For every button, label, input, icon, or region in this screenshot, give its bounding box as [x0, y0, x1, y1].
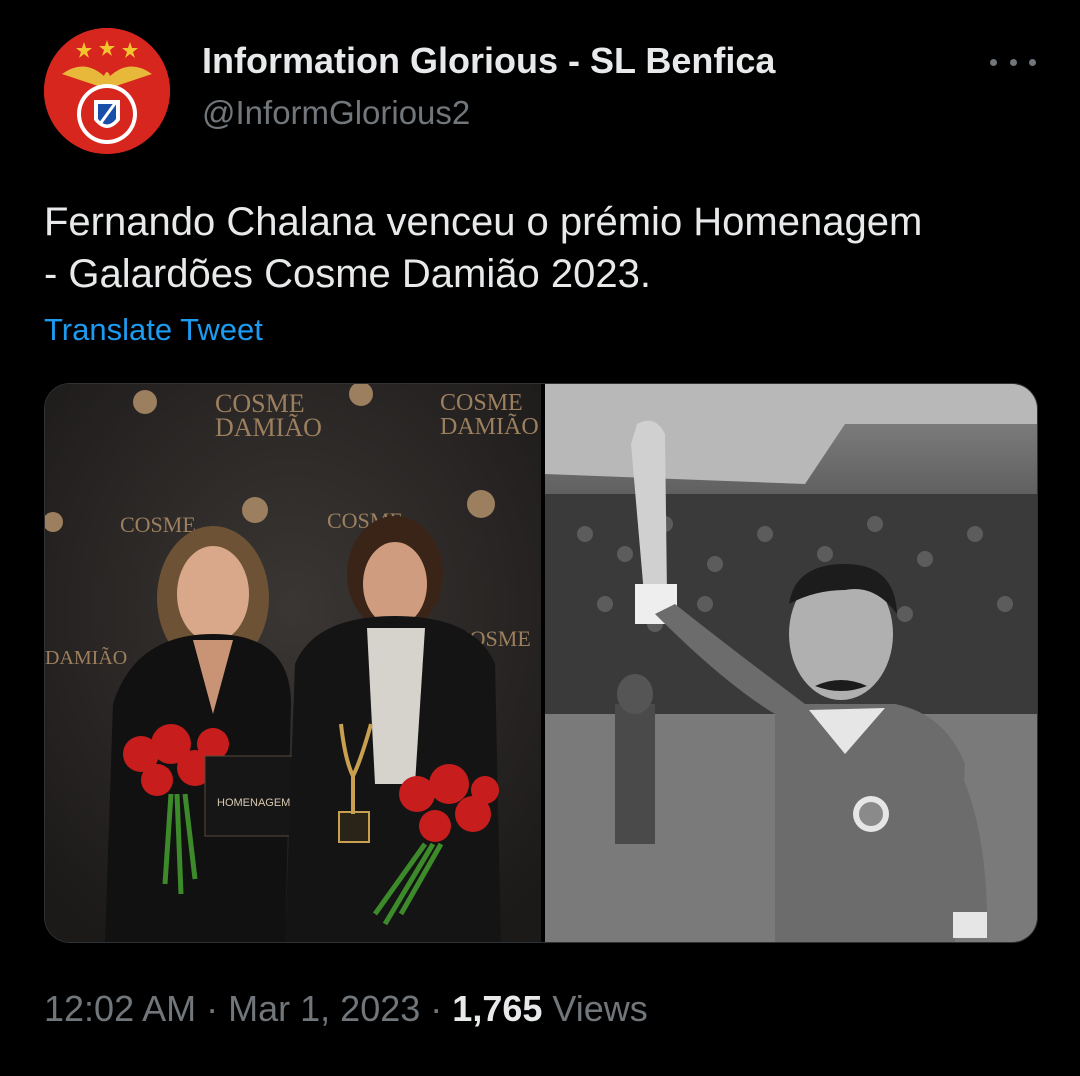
tweet-text: Fernando Chalana venceu o prémio Homenag… — [44, 196, 1044, 300]
backdrop-text: COSME — [120, 512, 196, 537]
translate-tweet-link[interactable]: Translate Tweet — [44, 312, 263, 348]
backdrop-text: DAMIÃO — [440, 414, 539, 440]
backdrop-text: DAMIÃO — [215, 413, 322, 442]
more-horizontal-icon — [990, 58, 997, 66]
photo-chalana-vintage[interactable] — [545, 384, 1037, 942]
views-label: Views — [552, 988, 648, 1029]
avatar[interactable] — [44, 28, 170, 154]
more-dot — [1009, 58, 1017, 66]
meta-separator: · — [206, 988, 219, 1029]
backdrop-text: COSME — [440, 390, 523, 416]
award-card-label: HOMENAGEM — [217, 797, 290, 809]
views-count: 1,765 — [452, 988, 543, 1029]
photo-award-ceremony[interactable]: COSME DAMIÃO COSME DAMIÃO COSME COSME CO… — [45, 384, 541, 942]
tweet-media[interactable]: COSME DAMIÃO COSME DAMIÃO COSME COSME CO… — [44, 383, 1038, 943]
tweet-text-line-2: - Galardões Cosme Damião 2023. — [44, 252, 651, 296]
author-display-name[interactable]: Information Glorious - SL Benfica — [202, 40, 775, 82]
tweet-text-line-1: Fernando Chalana venceu o prémio Homenag… — [44, 200, 923, 244]
meta-separator: · — [430, 988, 443, 1029]
backdrop-text: DAMIÃO — [45, 645, 127, 669]
more-dot — [1029, 58, 1036, 66]
author-handle[interactable]: @InformGlorious2 — [202, 94, 470, 132]
more-options-button[interactable] — [990, 50, 1036, 74]
benfica-crest-icon — [44, 28, 170, 154]
tweet-date[interactable]: Mar 1, 2023 — [228, 988, 420, 1029]
tweet-meta: 12:02 AM · Mar 1, 2023 · 1,765 Views — [44, 988, 648, 1030]
tweet-time[interactable]: 12:02 AM — [44, 988, 196, 1029]
